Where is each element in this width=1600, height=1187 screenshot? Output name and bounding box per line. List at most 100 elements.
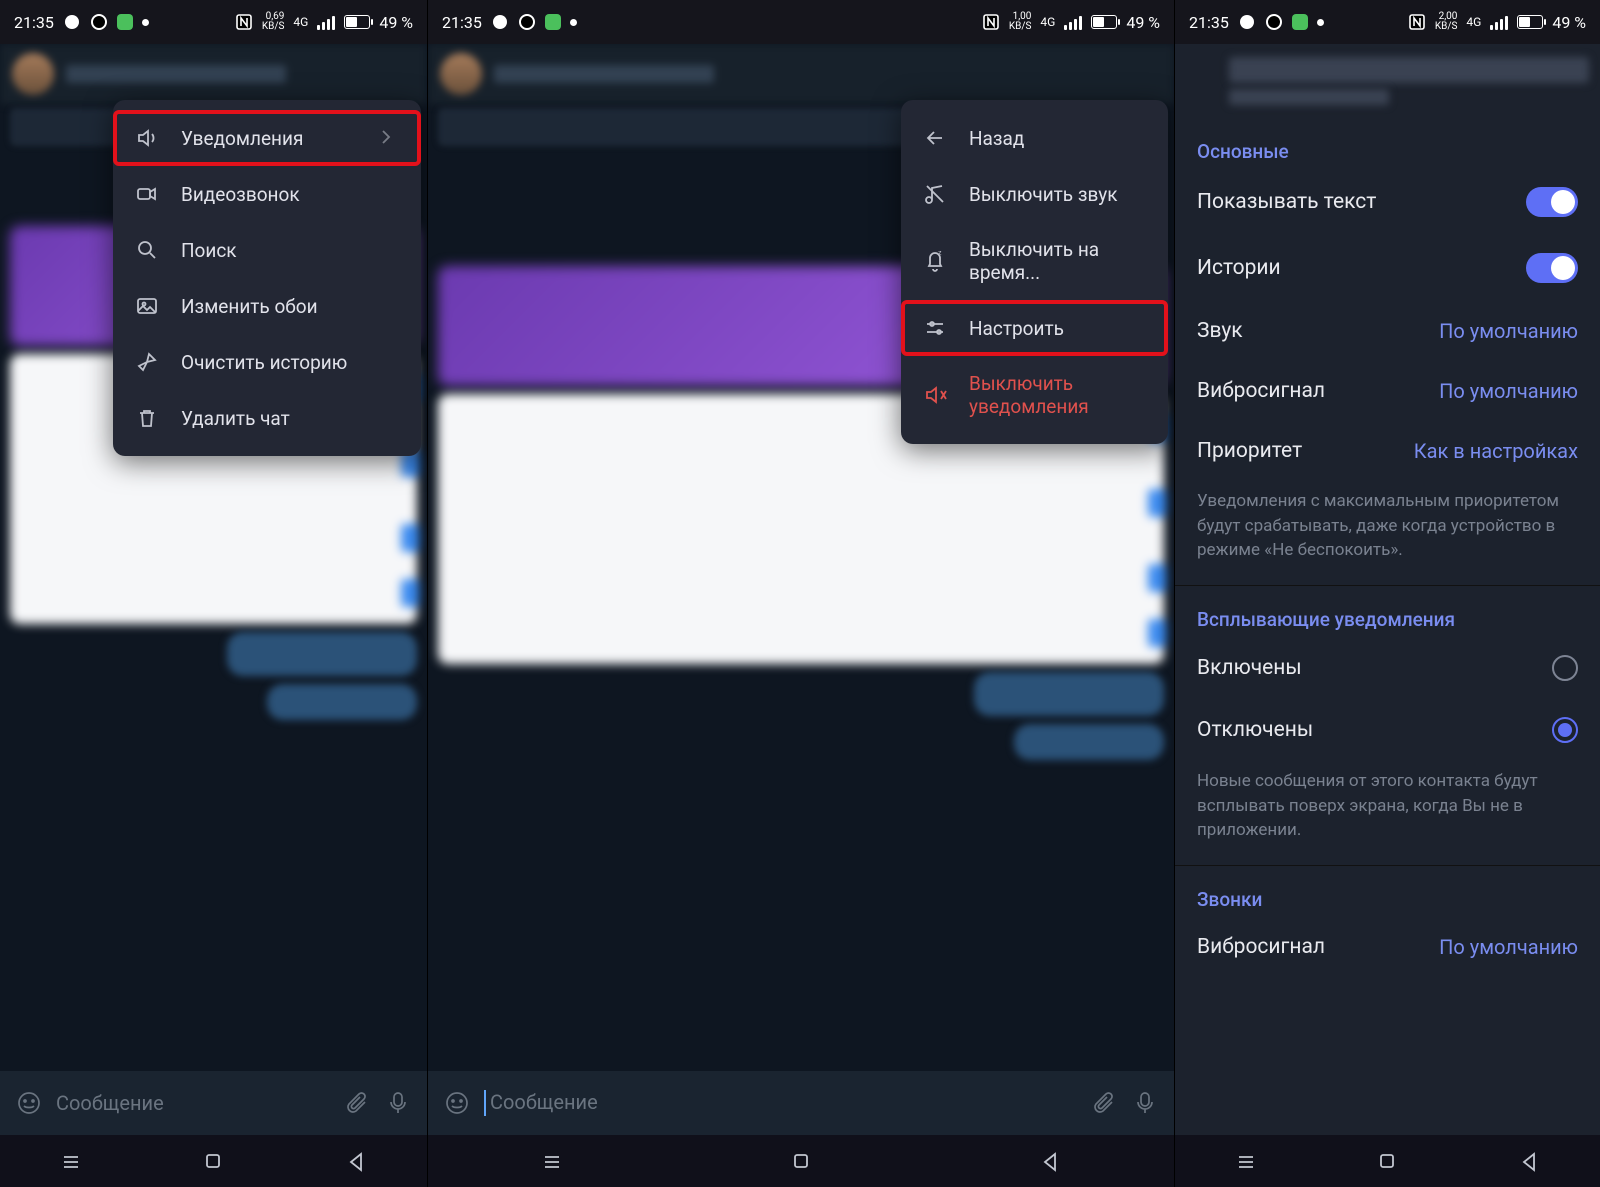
- status-bar: 21:35 0,69KB/S 4G 49 %: [0, 0, 427, 44]
- row-stories[interactable]: Истории: [1175, 235, 1600, 301]
- row-label: Звук: [1197, 319, 1243, 343]
- toggle-switch[interactable]: [1526, 187, 1578, 217]
- speaker-off-icon: [923, 383, 947, 407]
- toggle-switch[interactable]: [1526, 253, 1578, 283]
- trash-icon: [135, 406, 159, 430]
- back-icon[interactable]: [345, 1150, 367, 1172]
- chat-header-blurred: [428, 44, 1174, 104]
- row-call-vibration[interactable]: Вибросигнал По умолчанию: [1175, 917, 1600, 977]
- music-off-icon: [923, 182, 947, 206]
- menu-notifications[interactable]: Уведомления: [113, 110, 421, 166]
- recent-apps-icon[interactable]: [541, 1150, 563, 1172]
- chat-background: Назад Выключить звук z Выключить на врем…: [428, 44, 1174, 1071]
- signal-type: 4G: [1040, 15, 1055, 29]
- arrow-left-icon: [923, 126, 947, 150]
- net-speed: 0,69KB/S: [262, 12, 285, 32]
- battery-percent: 49 %: [379, 13, 413, 32]
- message-input[interactable]: Сообщение: [56, 1091, 331, 1115]
- notifications-submenu: Назад Выключить звук z Выключить на врем…: [901, 100, 1168, 444]
- back-icon[interactable]: [1039, 1150, 1061, 1172]
- home-icon[interactable]: [1376, 1150, 1398, 1172]
- menu-mute-temporarily[interactable]: z Выключить на время...: [901, 222, 1168, 300]
- net-speed: 1,00KB/S: [1009, 12, 1032, 32]
- menu-search[interactable]: Поиск: [113, 222, 421, 278]
- reddit-icon: [1238, 13, 1256, 31]
- sliders-icon: [923, 316, 947, 340]
- section-description: Уведомления с максимальным приоритетом б…: [1175, 481, 1600, 586]
- attach-icon[interactable]: [1092, 1090, 1118, 1116]
- row-priority[interactable]: Приоритет Как в настройках: [1175, 421, 1600, 481]
- radio-button[interactable]: [1552, 717, 1578, 743]
- soft-keys: [428, 1135, 1174, 1187]
- battery-icon: [1517, 15, 1543, 29]
- contact-status-blurred: [1229, 89, 1389, 105]
- row-value: По умолчанию: [1439, 319, 1578, 343]
- chat-header-blurred: [0, 44, 427, 104]
- broom-icon: [135, 350, 159, 374]
- emoji-icon[interactable]: [444, 1090, 470, 1116]
- chevron-right-icon: [375, 126, 399, 150]
- back-icon[interactable]: [1518, 1150, 1540, 1172]
- menu-clear-history[interactable]: Очистить историю: [113, 334, 421, 390]
- reddit-icon: [491, 13, 509, 31]
- radio-button[interactable]: [1552, 655, 1578, 681]
- status-dot: [1317, 19, 1324, 26]
- menu-customize[interactable]: Настроить: [901, 300, 1168, 356]
- emoji-icon[interactable]: [16, 1090, 42, 1116]
- net-speed: 2,00KB/S: [1435, 12, 1458, 32]
- home-icon[interactable]: [790, 1150, 812, 1172]
- row-vibration[interactable]: Вибросигнал По умолчанию: [1175, 361, 1600, 421]
- menu-label: Выключить уведомления: [969, 372, 1146, 418]
- status-time: 21:35: [1189, 13, 1229, 32]
- section-title-main: Основные: [1175, 118, 1600, 169]
- settings-body[interactable]: Основные Показывать текст Истории Звук П…: [1175, 118, 1600, 1135]
- section-title-popup: Всплывающие уведомления: [1175, 586, 1600, 637]
- menu-label: Видеозвонок: [181, 183, 300, 206]
- status-bar: 21:35 1,00KB/S 4G 49 %: [428, 0, 1174, 44]
- screen-2: 21:35 1,00KB/S 4G 49 % Назад: [427, 0, 1174, 1187]
- menu-label: Настроить: [969, 317, 1064, 340]
- row-value: Как в настройках: [1414, 439, 1578, 463]
- avatar: [440, 53, 482, 95]
- mic-icon[interactable]: [385, 1090, 411, 1116]
- message-input[interactable]: Сообщение: [484, 1090, 1078, 1117]
- image-icon: [135, 294, 159, 318]
- message-input-bar: Сообщение: [428, 1071, 1174, 1135]
- menu-delete-chat[interactable]: Удалить чат: [113, 390, 421, 446]
- videocam-icon: [135, 182, 159, 206]
- recent-apps-icon[interactable]: [60, 1150, 82, 1172]
- row-sound[interactable]: Звук По умолчанию: [1175, 301, 1600, 361]
- chat-background: Уведомления Видеозвонок Поиск Изменить о…: [0, 44, 427, 1071]
- menu-disable-notifications[interactable]: Выключить уведомления: [901, 356, 1168, 434]
- status-bar: 21:35 2,00KB/S 4G 49 %: [1175, 0, 1600, 44]
- menu-label: Выключить на время...: [969, 238, 1146, 284]
- screen-1: 21:35 0,69KB/S 4G 49 % Увед: [0, 0, 427, 1187]
- contact-name-blurred: [1229, 57, 1589, 83]
- menu-label: Удалить чат: [181, 407, 290, 430]
- battery-percent: 49 %: [1552, 13, 1586, 32]
- nfc-icon: [1408, 13, 1426, 31]
- attach-icon[interactable]: [345, 1090, 371, 1116]
- menu-mute-sound[interactable]: Выключить звук: [901, 166, 1168, 222]
- row-popup-enabled[interactable]: Включены: [1175, 637, 1600, 699]
- message-input-bar: Сообщение: [0, 1071, 427, 1135]
- status-time: 21:35: [14, 13, 54, 32]
- recent-apps-icon[interactable]: [1235, 1150, 1257, 1172]
- menu-videocall[interactable]: Видеозвонок: [113, 166, 421, 222]
- status-dot: [142, 19, 149, 26]
- home-icon[interactable]: [202, 1150, 224, 1172]
- section-title-calls: Звонки: [1175, 866, 1600, 917]
- row-label: Приоритет: [1197, 439, 1302, 463]
- menu-wallpaper[interactable]: Изменить обои: [113, 278, 421, 334]
- row-popup-disabled[interactable]: Отключены: [1175, 699, 1600, 761]
- menu-back[interactable]: Назад: [901, 110, 1168, 166]
- search-icon: [135, 238, 159, 262]
- menu-label: Уведомления: [181, 127, 303, 150]
- row-value: По умолчанию: [1439, 379, 1578, 403]
- reddit-icon: [63, 13, 81, 31]
- status-time: 21:35: [442, 13, 482, 32]
- signal-bars-icon: [1064, 15, 1082, 30]
- mic-icon[interactable]: [1132, 1090, 1158, 1116]
- signal-type: 4G: [293, 15, 308, 29]
- row-show-text[interactable]: Показывать текст: [1175, 169, 1600, 235]
